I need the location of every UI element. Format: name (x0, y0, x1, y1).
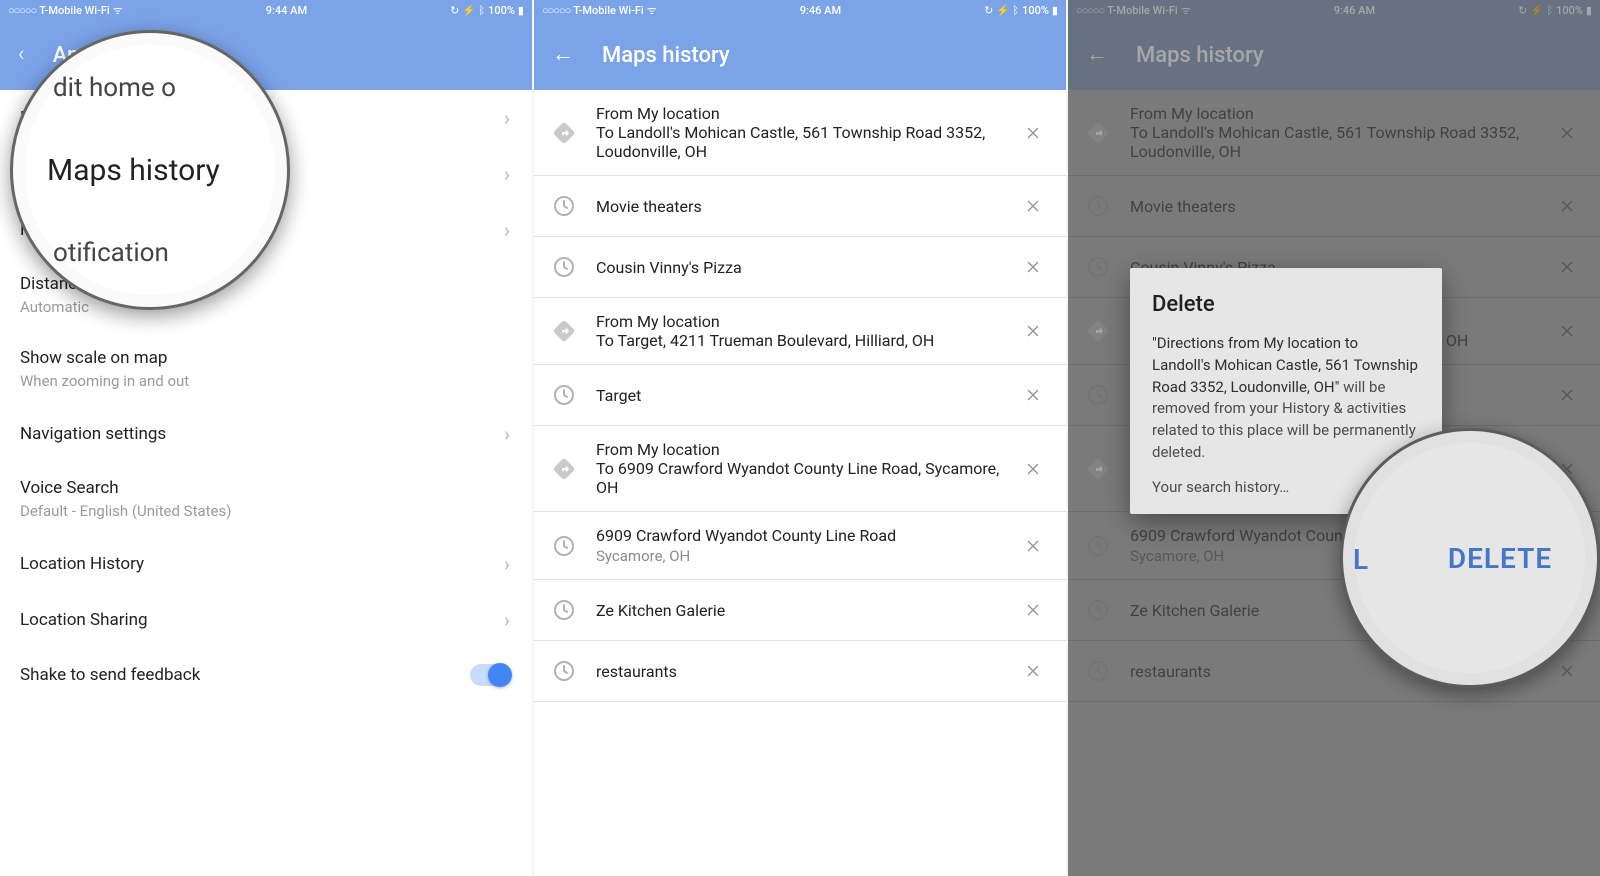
clock-icon (548, 379, 580, 411)
clock-icon (548, 190, 580, 222)
history-item-text: From My locationTo 6909 Crawford Wyandot… (596, 440, 1002, 497)
directions-icon (548, 117, 580, 149)
history-item-text: Cousin Vinny's Pizza (596, 258, 1002, 277)
cancel-fragment: L (1353, 543, 1368, 576)
history-item[interactable]: 6909 Crawford Wyandot County Line RoadSy… (534, 512, 1066, 580)
settings-item-scale[interactable]: Show scale on map When zooming in and ou… (0, 332, 532, 406)
clock-icon (548, 655, 580, 687)
history-list: From My locationTo Landoll's Mohican Cas… (534, 90, 1066, 876)
status-icons: ↻ ⚡ ᛒ (984, 4, 1019, 17)
screen-settings: ○○○○○ T-Mobile Wi-Fi ᯤ 9:44 AM ↻ ⚡ ᛒ 100… (0, 0, 532, 876)
settings-item-location-history[interactable]: Location History › (0, 536, 532, 592)
history-item-text: restaurants (596, 662, 1002, 681)
header-title: Maps history (602, 43, 730, 68)
magnifier-maps-history: dit home o Maps history otification (10, 30, 290, 310)
back-button[interactable]: ‹ (18, 44, 25, 66)
history-item[interactable]: restaurants (534, 641, 1066, 702)
delete-item-button[interactable] (1018, 380, 1048, 410)
clock-icon (548, 251, 580, 283)
history-item-text: Movie theaters (596, 197, 1002, 216)
chevron-right-icon: › (504, 106, 510, 130)
directions-icon (548, 315, 580, 347)
settings-item-navigation[interactable]: Navigation settings › (0, 406, 532, 462)
carrier-label: T-Mobile Wi-Fi (39, 4, 109, 17)
history-item[interactable]: Cousin Vinny's Pizza (534, 237, 1066, 298)
clock-icon (548, 594, 580, 626)
delete-item-button[interactable] (1018, 531, 1048, 561)
delete-item-button[interactable] (1018, 191, 1048, 221)
settings-item-location-sharing[interactable]: Location Sharing › (0, 592, 532, 648)
clock-label: 9:46 AM (800, 4, 841, 17)
settings-item-shake-feedback[interactable]: Shake to send feedback (0, 648, 532, 702)
history-item-text: 6909 Crawford Wyandot County Line RoadSy… (596, 526, 1002, 565)
status-icons: ↻ ⚡ ᛒ (450, 4, 485, 17)
dialog-title: Delete (1152, 292, 1420, 317)
toggle-shake-feedback[interactable] (470, 664, 510, 686)
history-item[interactable]: Movie theaters (534, 176, 1066, 237)
history-item[interactable]: Target (534, 365, 1066, 426)
wifi-icon: ᯤ (113, 3, 123, 18)
history-item-text: From My locationTo Target, 4211 Trueman … (596, 312, 1002, 350)
battery-icon: ▮ (518, 4, 524, 17)
history-item-text: Ze Kitchen Galerie (596, 601, 1002, 620)
battery-label: 100% (1022, 4, 1049, 17)
dialog-body: "Directions from My location to Landoll'… (1152, 333, 1420, 464)
magnifier-delete-button: L DELETE (1340, 428, 1600, 688)
signal-dots-icon: ○○○○○ (8, 4, 36, 17)
battery-label: 100% (488, 4, 515, 17)
history-item[interactable]: From My locationTo 6909 Crawford Wyandot… (534, 426, 1066, 512)
status-bar: ○○○○○ T-Mobile Wi-Fi ᯤ 9:46 AM ↻ ⚡ ᛒ 100… (534, 0, 1066, 20)
settings-item-voice-search[interactable]: Voice Search Default - English (United S… (0, 462, 532, 536)
signal-dots-icon: ○○○○○ (542, 4, 570, 17)
chevron-right-icon: › (504, 162, 510, 186)
delete-item-button[interactable] (1018, 252, 1048, 282)
delete-item-button[interactable] (1018, 454, 1048, 484)
delete-button-zoom: DELETE (1448, 542, 1552, 575)
screen-delete-dialog: ○○○○○ T-Mobile Wi-Fi ᯤ 9:46 AM ↻ ⚡ ᛒ 100… (1068, 0, 1600, 876)
clock-icon (548, 530, 580, 562)
delete-item-button[interactable] (1018, 316, 1048, 346)
history-item-text: From My locationTo Landoll's Mohican Cas… (596, 104, 1002, 161)
delete-item-button[interactable] (1018, 595, 1048, 625)
screen-maps-history: ○○○○○ T-Mobile Wi-Fi ᯤ 9:46 AM ↻ ⚡ ᛒ 100… (534, 0, 1066, 876)
back-button[interactable]: ← (552, 44, 574, 66)
header-bar: ← Maps history (534, 20, 1066, 90)
clock-label: 9:44 AM (266, 4, 307, 17)
chevron-right-icon: › (504, 552, 510, 576)
chevron-right-icon: › (504, 608, 510, 632)
status-bar: ○○○○○ T-Mobile Wi-Fi ᯤ 9:44 AM ↻ ⚡ ᛒ 100… (0, 0, 532, 20)
chevron-right-icon: › (504, 218, 510, 242)
history-item[interactable]: From My locationTo Target, 4211 Trueman … (534, 298, 1066, 365)
battery-icon: ▮ (1052, 4, 1058, 17)
history-item-text: Target (596, 386, 1002, 405)
delete-item-button[interactable] (1018, 118, 1048, 148)
history-item[interactable]: From My locationTo Landoll's Mohican Cas… (534, 90, 1066, 176)
history-item[interactable]: Ze Kitchen Galerie (534, 580, 1066, 641)
directions-icon (548, 453, 580, 485)
carrier-label: T-Mobile Wi-Fi (573, 4, 643, 17)
delete-item-button[interactable] (1018, 656, 1048, 686)
wifi-icon: ᯤ (647, 3, 657, 18)
chevron-right-icon: › (504, 422, 510, 446)
